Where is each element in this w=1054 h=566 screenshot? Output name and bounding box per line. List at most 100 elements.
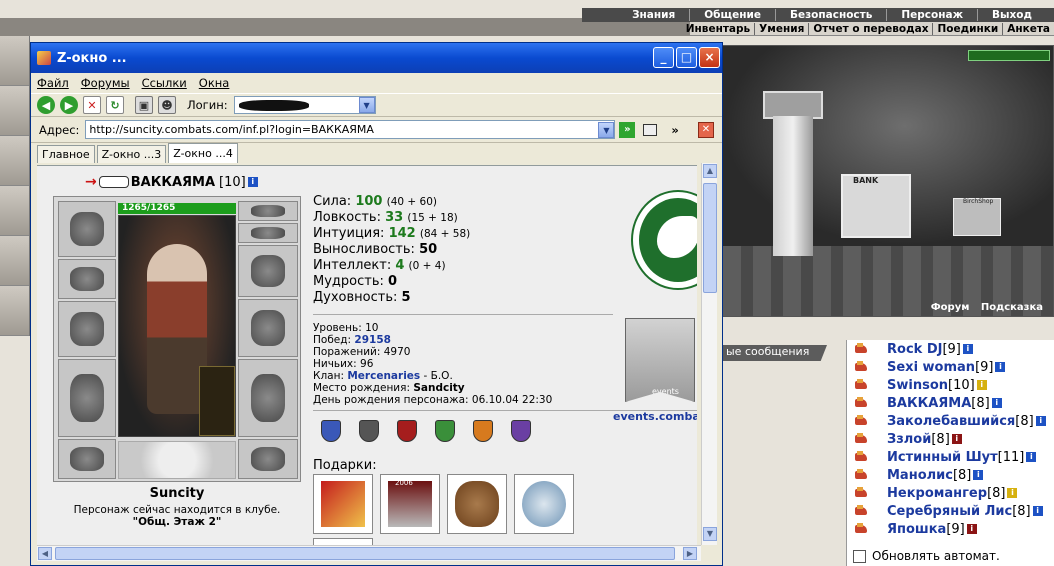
user-list-item[interactable]: Заколебавшийся [8] i: [847, 412, 1054, 430]
user-name[interactable]: Swinson: [887, 378, 948, 393]
user-list-item[interactable]: ВАККАЯМА [8] i: [847, 394, 1054, 412]
left-slot[interactable]: [0, 286, 29, 336]
menu-forums[interactable]: Форумы: [81, 76, 130, 90]
offhand-slot[interactable]: [238, 299, 298, 357]
nav-knowledge[interactable]: Знания: [618, 9, 689, 21]
horizontal-scroll-thumb[interactable]: [55, 547, 675, 560]
more-button[interactable]: »: [671, 123, 678, 137]
user-list-item[interactable]: Некромангер [8] i: [847, 484, 1054, 502]
tab-z-window-4[interactable]: Z-окно ...4: [168, 143, 238, 163]
user-info-icon[interactable]: i: [991, 398, 1002, 408]
private-message-icon[interactable]: [853, 415, 871, 427]
menu-links[interactable]: Ссылки: [142, 76, 187, 90]
gift-card-2006[interactable]: 2006: [380, 474, 440, 534]
user-name[interactable]: ВАККАЯМА: [887, 396, 971, 411]
user-info-icon[interactable]: i: [995, 362, 1006, 372]
private-message-icon[interactable]: [853, 469, 871, 481]
rings-slot[interactable]: [238, 223, 298, 243]
gift-snowflake[interactable]: [514, 474, 574, 534]
nav-skills[interactable]: Умения: [754, 22, 808, 35]
private-message-icon[interactable]: [853, 433, 871, 445]
weapon-slot[interactable]: [58, 301, 116, 357]
vertical-scroll-thumb[interactable]: [703, 183, 717, 293]
nav-profile[interactable]: Анкета: [1002, 22, 1054, 35]
private-message-icon[interactable]: [853, 397, 871, 409]
stop-icon[interactable]: ✕: [83, 96, 101, 114]
gift-chocolate[interactable]: [313, 474, 373, 534]
bracers-slot[interactable]: [58, 259, 116, 299]
user-name[interactable]: Манолис: [887, 468, 953, 483]
close-button[interactable]: ×: [699, 47, 720, 68]
nav-transfer-report[interactable]: Отчет о переводах: [808, 22, 932, 35]
user-name[interactable]: Sexi woman: [887, 360, 975, 375]
helmet-slot[interactable]: [58, 201, 116, 257]
private-message-icon[interactable]: [853, 379, 871, 391]
chevron-down-icon[interactable]: ▼: [598, 121, 615, 138]
clan-link[interactable]: Mercenaries: [347, 370, 420, 382]
nav-character[interactable]: Персонаж: [886, 9, 977, 21]
nav-communication[interactable]: Общение: [689, 9, 775, 21]
user-list-item[interactable]: Rock DJ [9] i: [847, 340, 1054, 358]
auto-refresh-checkbox[interactable]: [853, 549, 866, 563]
go-icon[interactable]: »: [619, 121, 636, 138]
gloves-slot[interactable]: [238, 245, 298, 297]
user-list-item[interactable]: Ззлой [8] i: [847, 430, 1054, 448]
events-flag[interactable]: events: [625, 318, 695, 402]
legs-slot[interactable]: [238, 359, 298, 437]
belt-slot[interactable]: [58, 439, 116, 479]
scroll-left-icon[interactable]: ◀: [38, 547, 52, 560]
badge-orange-icon[interactable]: [473, 420, 493, 442]
user-list-item[interactable]: Серебряный Лис [8] i: [847, 502, 1054, 520]
user-list-item[interactable]: Япошка [9] i: [847, 520, 1054, 538]
private-message-icon[interactable]: [853, 523, 871, 535]
horizontal-scrollbar[interactable]: ◀ ▶: [37, 545, 701, 561]
private-message-icon[interactable]: [853, 451, 871, 463]
forum-link[interactable]: Форум: [931, 302, 970, 313]
tab-main[interactable]: Главное: [37, 145, 95, 163]
events-link[interactable]: events.combats.com: [613, 410, 697, 423]
window-titlebar[interactable]: Z-окно ...: [31, 43, 722, 73]
close-tab-icon[interactable]: ✕: [698, 122, 714, 138]
user-info-icon[interactable]: i: [962, 344, 973, 354]
chevron-down-icon[interactable]: ▼: [358, 97, 375, 113]
user-info-icon[interactable]: i: [973, 470, 984, 480]
user-info-icon[interactable]: i: [1035, 416, 1046, 426]
page-icon[interactable]: ▣: [135, 96, 153, 114]
user-name[interactable]: Серебряный Лис: [887, 504, 1012, 519]
badge-green-icon[interactable]: [435, 420, 455, 442]
lighthouse-tower[interactable]: [773, 116, 813, 256]
left-slot[interactable]: [0, 36, 29, 86]
refresh-icon[interactable]: ↻: [106, 96, 124, 114]
user-name[interactable]: Ззлой: [887, 432, 931, 447]
back-icon[interactable]: ◀: [37, 96, 55, 114]
tab-z-window-3[interactable]: Z-окно ...3: [96, 145, 167, 163]
user-info-icon[interactable]: i: [1026, 452, 1037, 462]
left-slot[interactable]: [0, 186, 29, 236]
scroll-down-icon[interactable]: ▼: [703, 527, 717, 541]
user-list-item[interactable]: Истинный Шут [11] i: [847, 448, 1054, 466]
user-info-icon[interactable]: i: [976, 380, 987, 390]
menu-windows[interactable]: Окна: [199, 76, 230, 90]
user-list-item[interactable]: Swinson [10] i: [847, 376, 1054, 394]
private-message-icon[interactable]: [853, 505, 871, 517]
boots-slot[interactable]: [238, 439, 298, 479]
badge-gray-icon[interactable]: [359, 420, 379, 442]
user-list-item[interactable]: Sexi woman [9] i: [847, 358, 1054, 376]
left-slot[interactable]: [0, 136, 29, 186]
user-info-icon[interactable]: i: [1007, 488, 1018, 498]
nav-inventory[interactable]: Инвентарь: [682, 23, 754, 35]
vertical-scrollbar[interactable]: ▲ ▼: [701, 163, 717, 545]
login-select[interactable]: ▼: [233, 96, 376, 114]
gift-plush-cow[interactable]: [447, 474, 507, 534]
menu-file[interactable]: Файл: [37, 76, 69, 90]
maximize-button[interactable]: □: [676, 47, 697, 68]
left-slot[interactable]: [0, 86, 29, 136]
nav-fights[interactable]: Поединки: [932, 22, 1002, 35]
user-list-item[interactable]: Манолис [8] i: [847, 466, 1054, 484]
left-slot[interactable]: [0, 236, 29, 286]
user-name[interactable]: Rock DJ: [887, 342, 942, 357]
private-message-icon[interactable]: [853, 487, 871, 499]
messages-strip[interactable]: ые сообщения: [722, 345, 827, 361]
forward-icon[interactable]: ▶: [60, 96, 78, 114]
scroll-up-icon[interactable]: ▲: [703, 164, 717, 178]
